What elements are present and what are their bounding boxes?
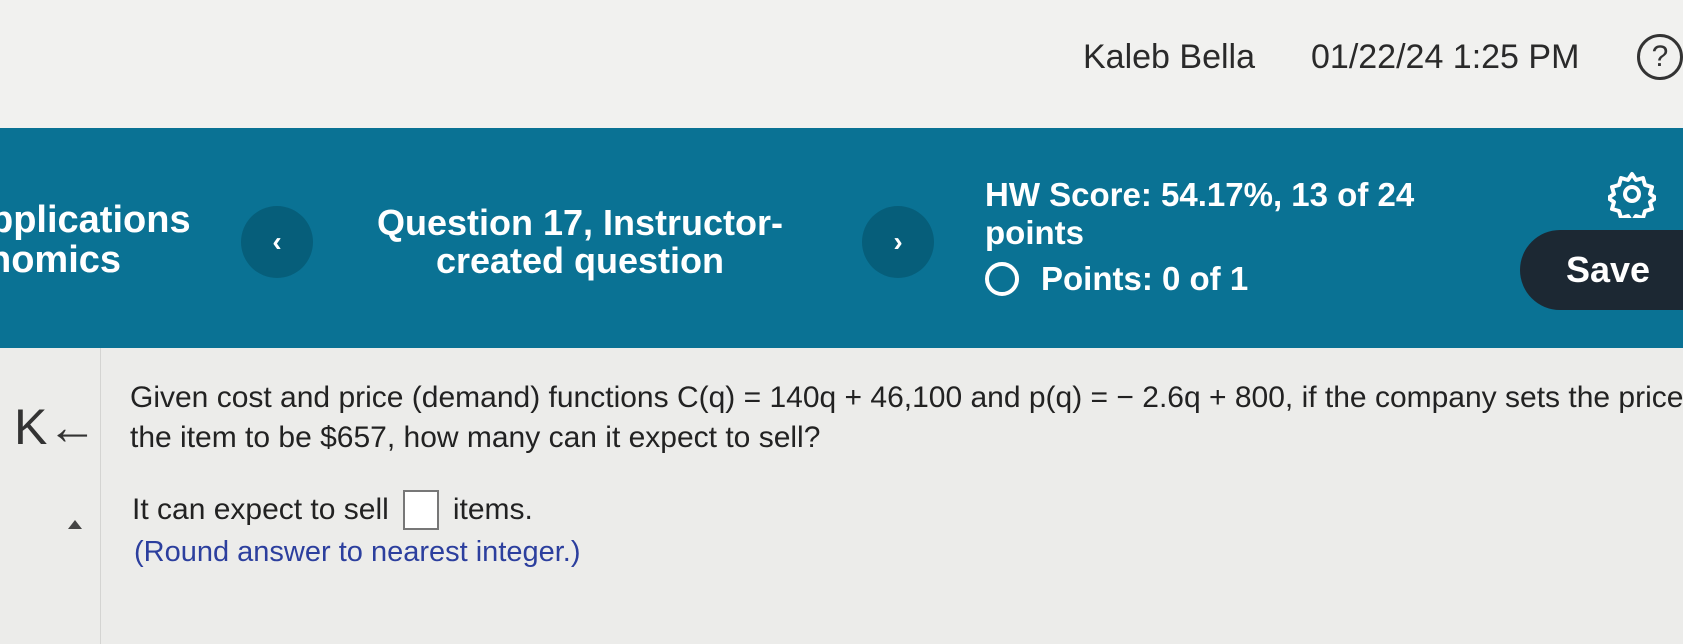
top-bar: Kaleb Bella 01/22/24 1:25 PM ? — [0, 0, 1683, 128]
rounding-hint: (Round answer to nearest integer.) — [134, 536, 581, 568]
hw-score: HW Score: 54.17%, 13 of 24 points — [985, 176, 1415, 251]
collapse-panel-icon[interactable]: K← — [14, 402, 97, 452]
course-title-line2: nomics — [0, 239, 122, 280]
chevron-right-icon: › — [893, 226, 903, 257]
points-label: Points: 0 of 1 — [1041, 260, 1249, 297]
points-status: Points: 0 of 1 — [985, 260, 1248, 298]
question-header: pplications nomics ‹ Question 17, Instru… — [0, 128, 1683, 348]
user-name: Kaleb Bella — [1083, 38, 1256, 76]
datetime: 01/22/24 1:25 PM — [1311, 38, 1580, 76]
previous-question-button[interactable]: ‹ — [241, 206, 313, 278]
course-title: pplications nomics — [0, 200, 215, 280]
answer-suffix: items. — [452, 493, 533, 526]
expand-triangle-icon[interactable] — [68, 520, 82, 529]
answer-row: It can expect to sell items. — [132, 490, 533, 530]
left-rail-divider — [100, 348, 101, 644]
course-title-line1: pplications — [0, 200, 191, 241]
help-icon[interactable]: ? — [1637, 34, 1683, 80]
gear-icon[interactable] — [1608, 170, 1656, 218]
circle-outline-icon — [985, 262, 1019, 296]
question-text-line1: Given cost and price (demand) functions … — [130, 381, 1683, 414]
answer-prefix: It can expect to sell — [132, 493, 389, 526]
answer-input[interactable] — [402, 490, 439, 530]
question-title: Question 17, Instructor-created question — [376, 202, 784, 281]
chevron-left-icon: ‹ — [272, 226, 282, 257]
next-question-button[interactable]: › — [862, 206, 934, 278]
question-text-line2: the item to be $657, how many can it exp… — [130, 421, 821, 454]
question-text: Given cost and price (demand) functions … — [130, 378, 1683, 458]
save-button[interactable]: Save — [1520, 230, 1683, 310]
